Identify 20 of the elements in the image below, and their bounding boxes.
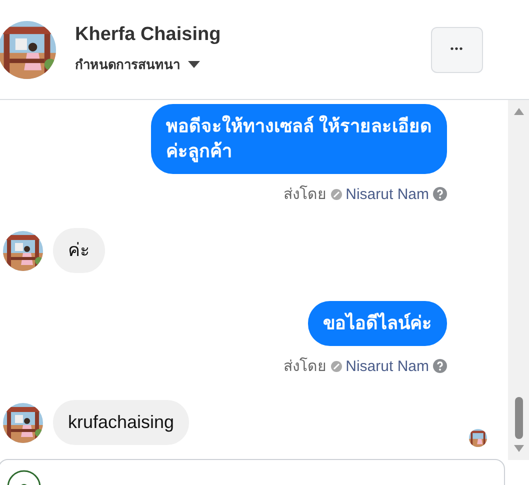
message-bubble: พอดีจะให้ทางเซลล์ ให้รายละเอียด ค่ะลูกค้า: [150, 104, 447, 174]
message-bubble: ขอไอดีไลน์ค่ะ: [308, 301, 447, 346]
status-icon: [330, 188, 342, 200]
help-icon[interactable]: [433, 187, 447, 201]
more-button[interactable]: •••: [431, 26, 483, 72]
scrollbar[interactable]: [508, 100, 529, 460]
sent-by-label: ส่งโดย: [284, 184, 327, 205]
scroll-thumb[interactable]: [514, 397, 522, 439]
conversation-settings[interactable]: กำหนดการสนทนา: [75, 54, 180, 75]
status-icon: [330, 360, 342, 372]
help-icon[interactable]: [433, 359, 447, 373]
sender-name[interactable]: Nisarut Nam: [346, 186, 429, 202]
caret-icon[interactable]: [188, 61, 200, 68]
scroll-down-icon[interactable]: [514, 445, 524, 452]
sender-name[interactable]: Nisarut Nam: [346, 358, 429, 374]
scroll-up-icon[interactable]: [514, 108, 524, 115]
message-bubble: ค่ะ: [53, 228, 105, 273]
contact-name: Kherfa Chaising: [75, 24, 222, 46]
message-bubble: krufachaising: [53, 400, 190, 445]
sent-by-label: ส่งโดย: [284, 356, 327, 377]
